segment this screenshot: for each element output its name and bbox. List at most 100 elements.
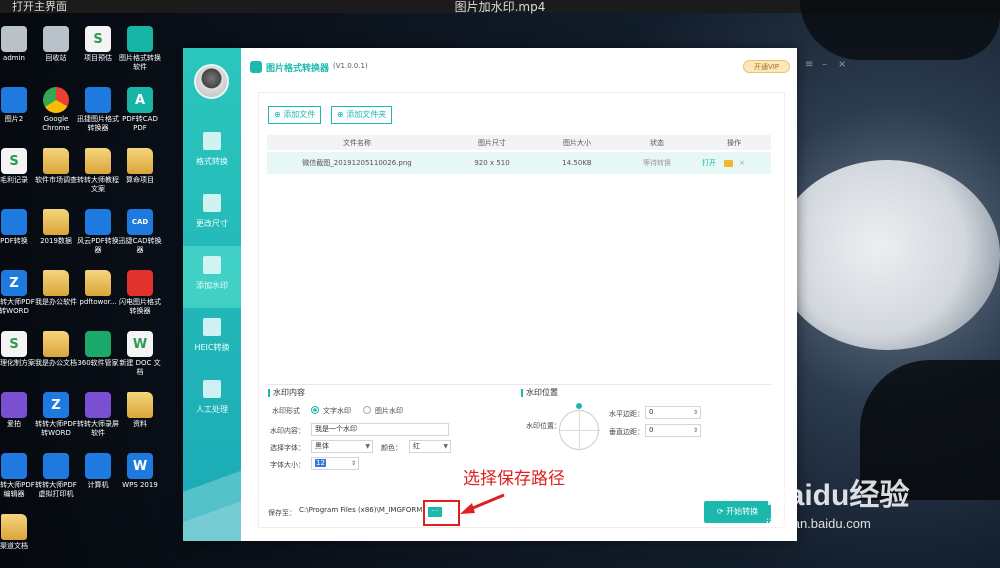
vip-button[interactable]: 开通VIP [743,60,790,73]
menu-icon[interactable]: ≡ [805,59,813,70]
desktop-icon[interactable]: 风云PDF转换器 [76,209,120,255]
document-icon [43,270,69,296]
software-manager-icon [85,331,111,357]
desktop-icon[interactable]: admin [0,26,36,63]
folder-icon[interactable] [723,152,733,174]
stepper-icon[interactable]: ⇕ [693,425,698,436]
computer-icon [85,453,111,479]
desktop-icon-label: 我是办公软件 [35,298,77,306]
desktop-icon[interactable]: 图片格式转换软件 [118,26,162,72]
table-row[interactable]: 微信截图_20191205110026.png 920 x 510 14.50K… [267,152,771,174]
pdf-editor-icon [1,453,27,479]
start-convert-button[interactable]: ⟳ 开始转换 [704,501,771,523]
position-label: 水印位置： [526,422,561,430]
desktop-icon[interactable]: 360软件管家 [76,331,120,368]
desktop-icon[interactable]: 转转大师录屏软件 [76,392,120,438]
add-folder-button[interactable]: ⊕ 添加文件夹 [331,106,393,124]
desktop-icon-label: 软件市场调查 [35,176,77,184]
stepper-icon[interactable]: ⇕ [693,407,698,418]
color-select[interactable]: 红 ▼ [409,440,451,453]
add-file-button[interactable]: ⊕ 添加文件 [268,106,322,124]
stepper-icon[interactable]: ⇕ [351,458,356,469]
nav-add-watermark[interactable]: 添加水印 [183,246,241,308]
desktop-icon[interactable]: 转转大师PDF虚拟打印机 [34,453,78,499]
open-file-link[interactable]: 打开 [697,152,721,174]
save-path-input[interactable]: C:\Program Files (x86)\M_IMGFORM [296,505,426,518]
font-select[interactable]: 黑体 ▼ [311,440,373,453]
font-size-label: 字体大小： [270,461,305,469]
text-watermark-radio[interactable] [311,406,319,414]
remove-icon[interactable]: × [737,152,747,174]
desktop-icon-label: 转转大师PDF虚拟打印机 [35,481,77,498]
desktop-icon[interactable]: 我是办公文档 [34,331,78,368]
folder-icon [85,148,111,174]
folder-icon [1,514,27,540]
desktop-icon[interactable]: W WPS 2019 [118,453,162,490]
highlight-box [423,500,460,526]
desktop-icon[interactable]: 2019数据 [34,209,78,246]
desktop-icon-label: 转转大师PDF转WORD [0,298,35,315]
image-watermark-radio[interactable] [363,406,371,414]
desktop-icon[interactable]: 算命项目 [118,148,162,185]
desktop-icon[interactable]: 转转大师PDF编辑器 [0,453,36,499]
col-status: 状态 [650,138,664,147]
desktop-icon[interactable]: CAD 迅捷CAD转换器 [118,209,162,255]
divider [267,384,771,385]
desktop-icon[interactable]: A PDF转CAD PDF [118,87,162,133]
desktop-icon[interactable]: 资料 [118,392,162,429]
desktop-icon[interactable]: 闪电图片格式转换器 [118,270,162,316]
sidebar-decoration [183,461,241,541]
nav-format-convert[interactable]: 格式转换 [183,122,241,184]
desktop-icon-label: 图片格式转换软件 [119,54,161,71]
close-icon[interactable]: × [838,59,846,70]
user-avatar[interactable] [194,64,229,99]
desktop-icon[interactable]: 回收站 [34,26,78,63]
folder-icon [127,148,153,174]
font-label: 选择字体： [270,444,305,452]
desktop-icon[interactable]: pdftowor... [76,270,120,307]
manual-processing-icon [203,380,221,398]
baidu-url: jingyan.baidu.com [766,516,871,531]
add-file-icon: ⊕ [274,110,281,119]
horizontal-margin-input[interactable]: 0 ⇕ [645,406,701,419]
watermark-content-input[interactable]: 我是一个水印 [311,423,449,436]
font-size-input[interactable]: 12 ⇕ [311,457,359,470]
desktop-icon-label: 资料 [133,420,147,428]
desktop-icon[interactable]: 图片2 [0,87,36,124]
desktop-icon[interactable]: S 合理化制方案 [0,331,36,368]
desktop-icon[interactable]: 我是办公软件 [34,270,78,307]
desktop-icon-label: 项目预估 [84,54,112,62]
vertical-margin-input[interactable]: 0 ⇕ [645,424,701,437]
position-dial[interactable] [559,410,600,451]
desktop-icon-label: admin [3,54,25,62]
heic-icon [203,318,221,336]
desktop-icon[interactable]: W 新建 DOC 文档 [118,331,162,377]
vertical-margin-label: 垂直边距： [609,428,644,436]
desktop-icon[interactable]: 软件市场调查 [34,148,78,185]
nav-heic-convert[interactable]: HEIC转换 [183,308,241,370]
desktop-icon[interactable]: 计算机 [76,453,120,490]
desktop-icon[interactable]: Z 转转大师PDF转WORD [0,270,36,316]
minimize-icon[interactable]: – [822,59,827,70]
spreadsheet-icon: S [1,331,27,357]
chevron-down-icon: ▼ [443,443,448,450]
desktop-icon[interactable]: Z 转转大师PDF转WORD [34,392,78,438]
horizontal-margin-label: 水平边距： [609,410,644,418]
desktop-icon[interactable]: Google Chrome [34,87,78,133]
nav-resize[interactable]: 更改尺寸 [183,184,241,246]
desktop-icon-label: 风云PDF转换器 [77,237,119,254]
baidu-logo: Baidu经验 [766,479,910,512]
moon-background [775,160,1000,350]
desktop-icon[interactable]: 爱拍 [0,392,36,429]
desktop-icon[interactable]: 渠道文档 [0,514,36,551]
desktop-icon[interactable]: S 项目预估 [76,26,120,63]
desktop-icon-label: Google Chrome [42,115,70,132]
nav-manual-processing[interactable]: 人工处理 [183,370,241,432]
desktop-icon[interactable]: 迅捷图片格式转换器 [76,87,120,133]
desktop-icon[interactable]: S 毛利记录 [0,148,36,185]
desktop-icon[interactable]: 转转大师教程文案 [76,148,120,194]
desktop-icon-label: 转转大师PDF转WORD [35,420,77,437]
position-handle[interactable] [576,403,582,409]
desktop-icon-label: 我是办公文档 [35,359,77,367]
desktop-icon[interactable]: PDF转换 [0,209,36,246]
